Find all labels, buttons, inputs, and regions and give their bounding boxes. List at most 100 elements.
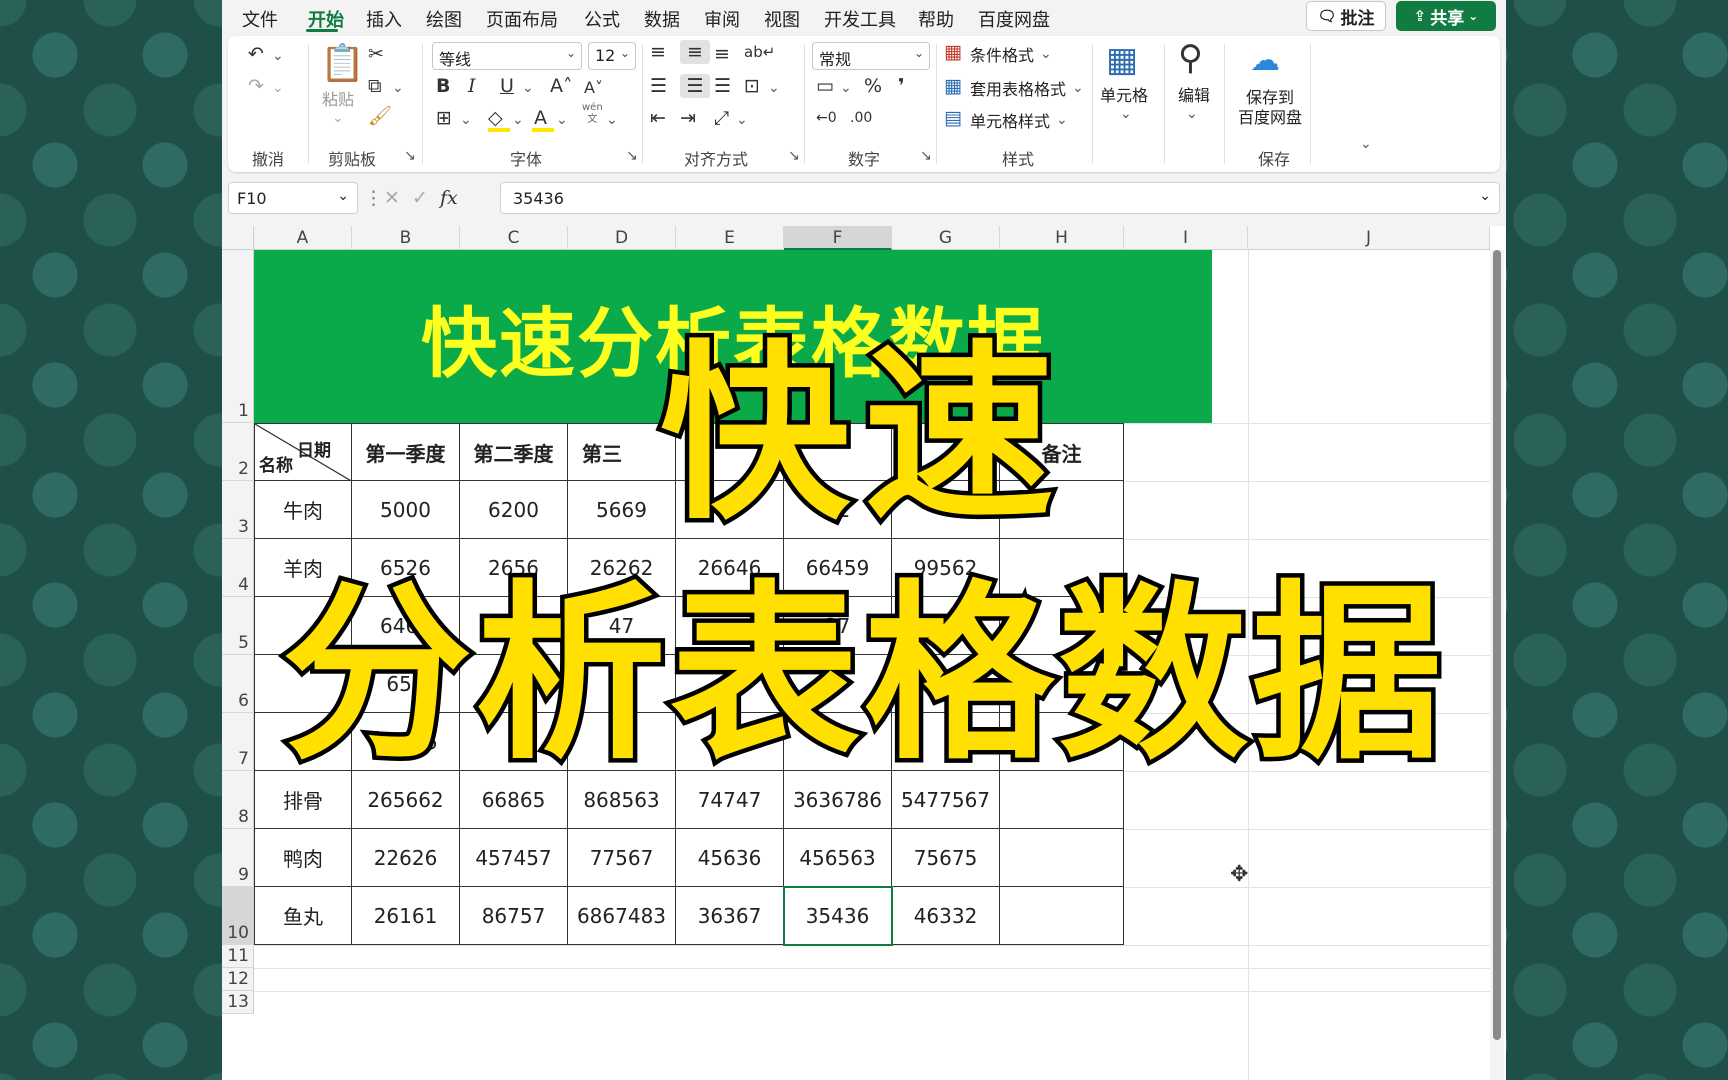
cell-b9[interactable]: 22626 [352,829,460,887]
cancel-icon[interactable]: ✕ [384,186,400,210]
italic-button[interactable]: I [468,74,476,98]
cell-e10[interactable]: 36367 [676,887,784,945]
menu-view[interactable]: 视图 [764,6,800,32]
row-header-11[interactable]: 11 [222,945,254,968]
wrap-text-icon[interactable]: ab↵ [744,40,775,64]
orientation-icon[interactable]: ⤢ [714,106,729,130]
cell-styles-icon[interactable]: ▤ [944,106,962,130]
table-format-icon[interactable]: ▦ [944,74,962,98]
cell-c9[interactable]: 457457 [460,829,568,887]
chevron-down-icon[interactable]: ⌄ [272,44,284,68]
column-header-d[interactable]: D [568,226,676,250]
comma-style-button[interactable]: ❜ [898,74,905,98]
insert-function-button[interactable]: fx [440,186,458,210]
menu-draw[interactable]: 绘图 [426,6,462,32]
chevron-down-icon[interactable]: ⌄ [332,106,344,130]
formula-input[interactable]: 35436 ⌄ [500,182,1500,214]
decrease-decimal-icon[interactable]: .00 [850,106,872,130]
chevron-down-icon[interactable]: ⌄ [460,108,472,132]
column-header-g[interactable]: G [892,226,1000,250]
borders-icon[interactable]: ⊞ [436,106,452,130]
row-header-9[interactable]: 9 [222,829,254,887]
menu-developer[interactable]: 开发工具 [824,6,896,32]
cell-f10[interactable]: 35436 [784,887,892,945]
increase-decimal-icon[interactable]: ←0 [816,106,837,130]
underline-button[interactable]: U [500,74,514,98]
format-as-table-button[interactable]: 套用表格格式 [970,76,1066,100]
dialog-launcher-icon[interactable]: ↘ [404,144,416,168]
save-to-line2[interactable]: 百度网盘 [1238,104,1302,128]
align-bottom-icon[interactable]: ≡ [714,42,730,66]
align-center-icon[interactable]: ☰ [680,74,710,98]
chevron-down-icon[interactable]: ⌄ [768,76,780,100]
column-header-h[interactable]: H [1000,226,1124,250]
menu-page-layout[interactable]: 页面布局 [486,6,558,32]
cell-styles-button[interactable]: 单元格样式 [970,108,1050,132]
align-left-icon[interactable]: ☰ [650,74,667,98]
chevron-down-icon[interactable]: ⌄ [1186,102,1198,126]
chevron-down-icon[interactable]: ⌄ [1072,76,1084,100]
font-size-select[interactable]: 12 ⌄ [588,42,636,70]
chevron-down-icon[interactable]: ⌄ [736,108,748,132]
format-painter-icon[interactable]: 🖌 [368,104,392,128]
column-header-e[interactable]: E [676,226,784,250]
comments-button[interactable]: 🗨 批注 [1306,1,1386,31]
search-icon[interactable]: ⚲ [1178,38,1203,78]
decrease-indent-icon[interactable]: ⇤ [650,106,666,130]
row-header-12[interactable]: 12 [222,968,254,991]
cell-c10[interactable]: 86757 [460,887,568,945]
menu-help[interactable]: 帮助 [918,6,954,32]
menu-insert[interactable]: 插入 [366,6,402,32]
baidu-netdisk-icon[interactable]: ☁ [1250,44,1280,78]
cell-h10[interactable] [1000,887,1124,945]
column-header-c[interactable]: C [460,226,568,250]
cell-g10[interactable]: 46332 [892,887,1000,945]
bold-button[interactable]: B [436,74,450,98]
copy-icon[interactable]: ⧉ [368,74,382,98]
conditional-format-button[interactable]: 条件格式 [970,42,1034,66]
decrease-font-icon[interactable]: A˅ [584,76,603,100]
cell-h9[interactable] [1000,829,1124,887]
chevron-down-icon[interactable]: ⌄ [556,108,568,132]
chevron-down-icon[interactable]: ⌄ [512,108,524,132]
cell-d9[interactable]: 77567 [568,829,676,887]
dialog-launcher-icon[interactable]: ↘ [920,144,932,168]
column-header-i[interactable]: I [1124,226,1248,250]
collapse-ribbon-icon[interactable]: ⌄ [1360,132,1372,156]
chevron-down-icon[interactable]: ⌄ [840,76,852,100]
dialog-launcher-icon[interactable]: ↘ [788,144,800,168]
name-box[interactable]: F10 ⌄ [228,182,358,214]
increase-indent-icon[interactable]: ⇥ [680,106,696,130]
column-header-f[interactable]: F [784,226,892,250]
chevron-down-icon[interactable]: ⌄ [1120,102,1132,126]
fill-color-icon[interactable]: ◇ [488,106,503,130]
menu-review[interactable]: 审阅 [704,6,740,32]
menu-formulas[interactable]: 公式 [584,6,620,32]
align-right-icon[interactable]: ☰ [714,74,731,98]
row-header-8[interactable]: 8 [222,771,254,829]
merge-center-icon[interactable]: ⊡ [744,74,760,98]
menu-data[interactable]: 数据 [644,6,680,32]
percent-button[interactable]: % [864,74,882,98]
column-header-a[interactable]: A [254,226,352,250]
chevron-down-icon[interactable]: ⌄ [1040,42,1052,66]
chevron-down-icon[interactable]: ⌄ [392,76,404,100]
cell-f9[interactable]: 456563 [784,829,892,887]
font-name-select[interactable]: 等线 ⌄ [432,42,582,70]
align-middle-icon[interactable]: ≡ [680,40,710,64]
column-header-b[interactable]: B [352,226,460,250]
cell-e9[interactable]: 45636 [676,829,784,887]
row-header-10[interactable]: 10 [222,887,254,945]
cell-a9[interactable]: 鸭肉 [254,829,352,887]
more-options-icon[interactable]: ⋮ [364,186,383,210]
chevron-down-icon[interactable]: ⌄ [522,76,534,100]
number-format-select[interactable]: 常规 ⌄ [812,42,930,70]
select-all-corner[interactable] [222,226,254,250]
cell-a10[interactable]: 鱼丸 [254,887,352,945]
cell-g9[interactable]: 75675 [892,829,1000,887]
paste-icon[interactable]: 📋 [320,44,365,84]
row-header-13[interactable]: 13 [222,991,254,1014]
phonetic-guide-icon[interactable]: wén文 [582,102,603,126]
enter-icon[interactable]: ✓ [412,186,428,210]
font-color-icon[interactable]: A [534,106,547,130]
